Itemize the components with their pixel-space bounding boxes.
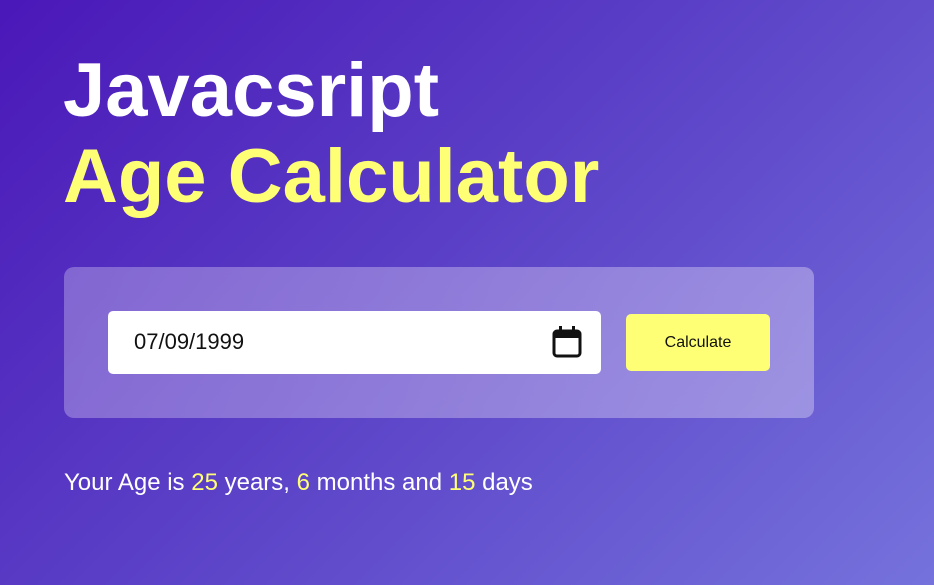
result-months-label: months and [309,469,449,496]
result-days-label: days [475,469,533,496]
result-years-label: years, [217,469,297,496]
calculate-button[interactable]: Calculate [626,314,770,371]
calendar-icon[interactable] [551,325,583,359]
result-days: 15 [448,469,476,496]
birthdate-value: 07/09/1999 [134,329,245,354]
title-line-javascript: Javacsript [63,48,440,133]
result-years: 25 [191,469,218,496]
birthdate-input[interactable]: 07/09/1999 [108,311,601,374]
result-prefix: Your Age is [64,469,192,496]
page-title: Javacsript Age Calculator [63,48,599,220]
title-line-age-calculator: Age Calculator [63,134,600,219]
result-months: 6 [296,469,310,496]
calculator-card: 07/09/1999 Calculate [64,267,814,418]
age-result: Your Age is 25 years, 6 months and 15 da… [64,468,533,498]
